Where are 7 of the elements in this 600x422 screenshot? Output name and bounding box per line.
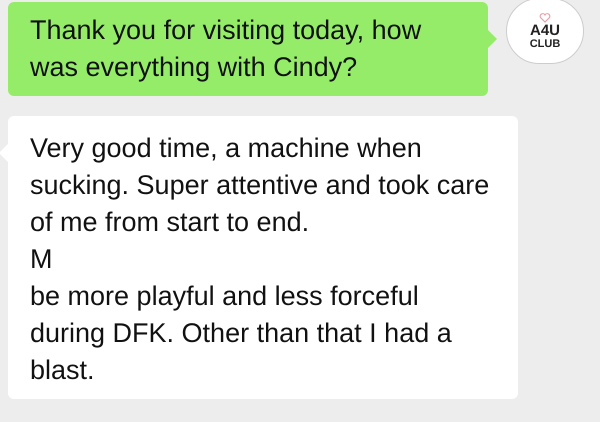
avatar-text: A4U <box>530 22 560 38</box>
avatar-text: CLUB <box>530 38 560 50</box>
message-text: be more playful and less forceful during DFK. Other than that I had a blast. <box>30 280 453 387</box>
message-text: Thank you for visiting today, how was everything with Cindy? <box>30 14 422 84</box>
heart-icon <box>539 12 551 22</box>
message-text: Very good time, a machine when sucking. Super attentive and took care of me from start to end. <box>30 132 490 239</box>
message-text: M <box>30 243 54 276</box>
